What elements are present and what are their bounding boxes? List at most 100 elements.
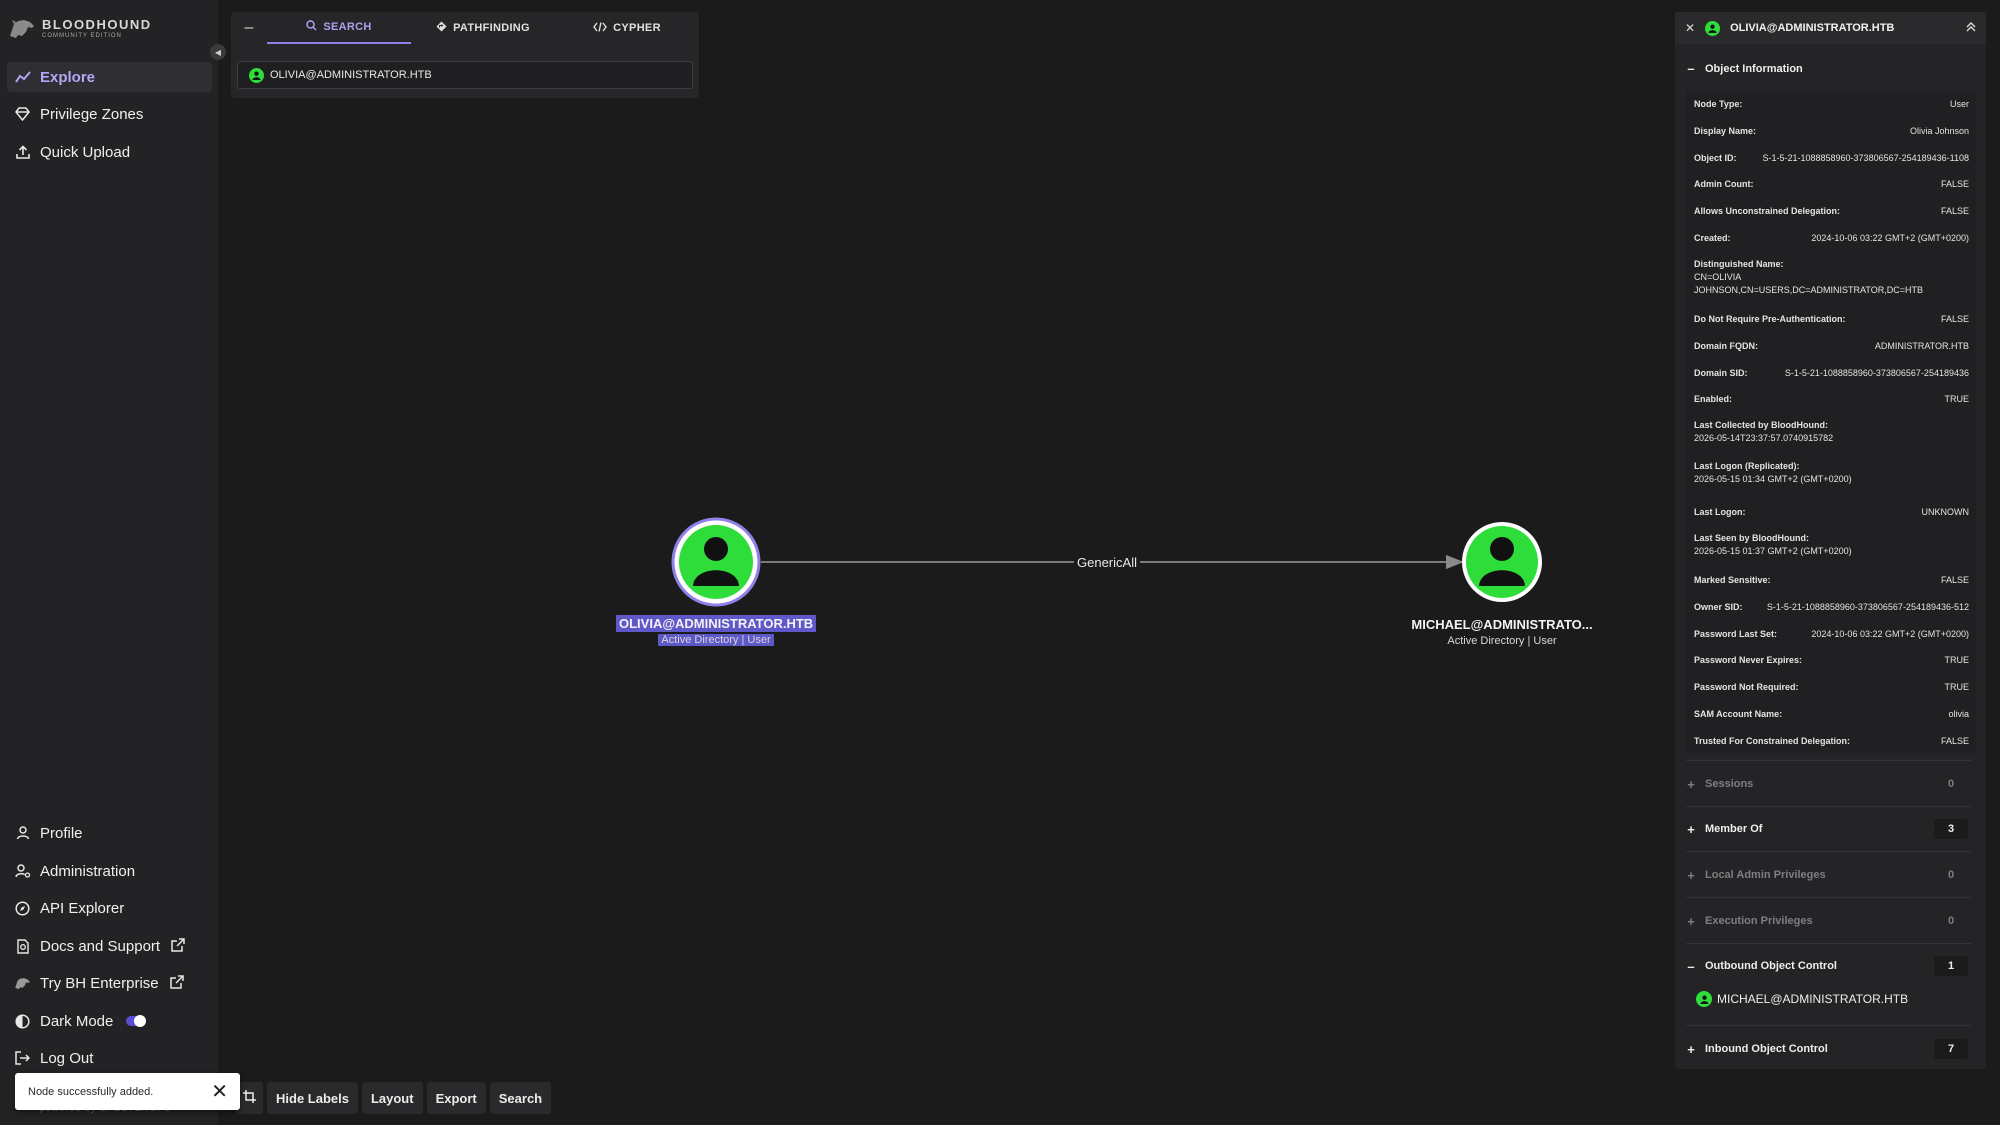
execution-privileges-count: 0 [1947,915,1955,927]
plus-icon: + [1687,913,1695,929]
prop-key: Owner SID: [1694,602,1743,612]
prop-value: 2024-10-06 03:22 GMT+2 (GMT+0200) [1811,233,1969,243]
sessions-count: 0 [1947,778,1955,790]
node-subtitle-michael: Active Directory | User [1402,635,1602,647]
minus-icon: – [1687,61,1695,76]
graph-node-olivia[interactable] [671,517,761,607]
sidebar-collapse-button[interactable]: ◀ [210,44,226,60]
local-admin-count: 0 [1947,869,1955,881]
prop-password-last-set: Password Last Set: 2024-10-06 03:22 GMT+2… [1694,629,1969,639]
prop-key: Display Name: [1694,126,1757,136]
prop-value: 2026-05-14T23:37:57.0740915782 [1694,433,1834,443]
details-title: OLIVIA@ADMINISTRATOR.HTB [1730,22,1895,34]
prop-unconstrained-delegation: Allows Unconstrained Delegation: FALSE [1694,206,1969,216]
prop-value: User [1949,99,1969,109]
member-of-label: Member Of [1705,823,1763,835]
execution-privileges-label: Execution Privileges [1705,915,1813,927]
prop-value: 2026-05-15 01:37 GMT+2 (GMT+0200) [1694,546,1852,556]
object-information-toggle[interactable]: – Object Information [1686,61,1976,76]
outbound-object-control-section[interactable]: – Outbound Object Control 1 [1686,956,1976,976]
plus-icon: + [1687,867,1695,883]
entity-details-panel: ✕ OLIVIA@ADMINISTRATOR.HTB – Object Info… [1675,12,1986,1069]
crop-button[interactable] [236,1082,263,1114]
inbound-object-control-label: Inbound Object Control [1705,1043,1828,1055]
prop-key: Marked Sensitive: [1694,575,1771,585]
user-node-icon [1705,20,1721,36]
notification-toast: Node successfully added. ✕ [15,1073,240,1110]
prop-key: Enabled: [1694,394,1733,404]
prop-value: TRUE [1944,394,1970,404]
prop-last-collected: Last Collected by BloodHound: 2026-05-14… [1694,419,1969,445]
prop-value: ADMINISTRATOR.HTB [1874,341,1969,351]
prop-value: JOHNSON,CN=USERS,DC=ADMINISTRATOR,DC=HTB [1694,285,1923,295]
plus-icon: + [1687,1041,1695,1057]
chevron-double-up-icon[interactable] [1966,21,1976,35]
prop-value: S-1-5-21-1088858960-373806567-254189436-… [1766,602,1969,612]
export-button[interactable]: Export [426,1082,486,1114]
prop-value: S-1-5-21-1088858960-373806567-254189436 [1784,368,1969,378]
outbound-object-control-count: 1 [1934,956,1968,976]
prop-domain-sid: Domain SID: S-1-5-21-1088858960-373806567… [1694,368,1969,378]
node-name-michael: MICHAEL@ADMINISTRATO... [1411,617,1593,632]
prop-value: TRUE [1944,655,1970,665]
prop-key: Admin Count: [1694,179,1754,189]
prop-value: CN=OLIVIA [1694,272,1742,282]
prop-password-not-required: Password Not Required: TRUE [1694,682,1969,692]
sessions-section[interactable]: + Sessions 0 [1686,774,1976,794]
prop-last-logon: Last Logon: UNKNOWN [1694,507,1969,517]
section-divider [1686,897,1972,898]
prop-value: FALSE [1940,736,1969,746]
edge-label[interactable]: GenericAll [1074,555,1140,570]
prop-value: FALSE [1940,206,1969,216]
member-of-section[interactable]: + Member Of 3 [1686,819,1976,839]
execution-privileges-section[interactable]: + Execution Privileges 0 [1686,911,1976,931]
prop-enabled: Enabled: TRUE [1694,394,1969,404]
node-subtitle-michael-text: Active Directory | User [1447,635,1557,647]
minus-icon: – [1687,958,1695,974]
prop-key: Password Never Expires: [1694,655,1803,665]
inbound-object-control-count: 7 [1934,1039,1968,1059]
layout-button[interactable]: Layout [361,1082,423,1114]
outbound-control-item[interactable]: MICHAEL@ADMINISTRATOR.HTB [1696,991,1908,1007]
prop-key: Last Collected by BloodHound: [1694,420,1828,430]
prop-value: FALSE [1940,179,1969,189]
inbound-object-control-section[interactable]: + Inbound Object Control 7 [1686,1039,1976,1059]
section-divider [1686,943,1972,944]
details-header: ✕ OLIVIA@ADMINISTRATOR.HTB [1675,12,1986,44]
section-divider [1686,1025,1972,1026]
prop-sam-account-name: SAM Account Name: olivia [1694,709,1969,719]
prop-value: FALSE [1940,575,1969,585]
graph-search-button[interactable]: Search [489,1082,552,1114]
sessions-label: Sessions [1705,778,1754,790]
close-icon[interactable]: ✕ [1685,21,1695,35]
local-admin-section[interactable]: + Local Admin Privileges 0 [1686,865,1976,885]
prop-password-never-expires: Password Never Expires: TRUE [1694,655,1969,665]
prop-key: Object ID: [1694,153,1737,163]
section-divider [1686,760,1972,761]
prop-value: TRUE [1944,682,1970,692]
plus-icon: + [1687,776,1695,792]
plus-icon: + [1687,821,1695,837]
outbound-control-item-label: MICHAEL@ADMINISTRATOR.HTB [1717,992,1909,1006]
hide-labels-button[interactable]: Hide Labels [267,1082,358,1114]
close-icon[interactable]: ✕ [211,1082,228,1102]
crop-icon [243,1090,256,1106]
object-information-label: Object Information [1705,62,1803,75]
chevron-left-icon: ◀ [214,47,222,57]
prop-owner-sid: Owner SID: S-1-5-21-1088858960-373806567-… [1694,602,1969,612]
outbound-object-control-label: Outbound Object Control [1705,960,1837,972]
prop-key: Do Not Require Pre-Authentication: [1694,314,1846,324]
prop-last-logon-replicated: Last Logon (Replicated): 2026-05-15 01:3… [1694,460,1969,486]
prop-key: Allows Unconstrained Delegation: [1694,206,1841,216]
prop-value: 2024-10-06 03:22 GMT+2 (GMT+0200) [1811,629,1969,639]
prop-constrained-delegation: Trusted For Constrained Delegation: FALSE [1694,736,1969,746]
graph-node-michael[interactable] [1462,522,1542,602]
prop-key: Domain FQDN: [1694,341,1758,351]
node-name-olivia: OLIVIA@ADMINISTRATOR.HTB [616,615,817,632]
prop-key: Node Type: [1694,99,1743,109]
prop-value: 2026-05-15 01:34 GMT+2 (GMT+0200) [1694,474,1852,484]
prop-value: Olivia Johnson [1909,126,1969,136]
node-subtitle-olivia-text: Active Directory | User [658,634,774,646]
prop-key: Last Logon (Replicated): [1694,461,1800,471]
local-admin-label: Local Admin Privileges [1705,869,1826,881]
